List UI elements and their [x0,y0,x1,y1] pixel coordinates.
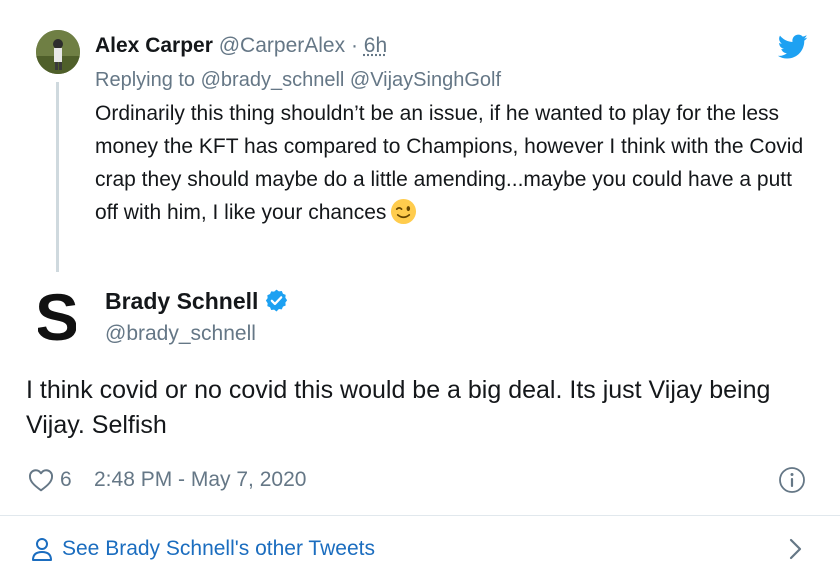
twitter-bird-icon[interactable] [777,34,808,60]
main-tweet-text: I think covid or no covid this would be … [26,376,771,439]
parent-avatar[interactable] [36,30,80,74]
see-more-label: See Brady Schnell's other Tweets [62,537,375,560]
parent-tweet-body: Ordinarily this thing shouldn’t be an is… [95,102,804,224]
main-author-handle[interactable]: @brady_schnell [105,320,256,348]
parent-author-handle[interactable]: @CarperAlex [219,34,345,57]
main-author-name[interactable]: Brady Schnell [105,288,258,314]
main-avatar[interactable]: S [35,280,79,354]
header-separator: · [350,34,358,57]
parent-tweet-header: Alex Carper @CarperAlex · 6h [95,32,387,60]
thread-connector [56,82,59,272]
see-more-tweets-link[interactable]: See Brady Schnell's other Tweets [30,532,375,566]
like-count[interactable]: 6 [60,466,72,494]
svg-text:S: S [38,286,76,346]
parent-author-name[interactable]: Alex Carper [95,34,213,57]
main-author-line: Brady Schnell [105,286,289,316]
info-icon[interactable] [778,466,806,494]
replying-prefix: Replying to [95,69,196,91]
person-icon [30,536,54,562]
verified-badge-icon [264,288,289,313]
footer-divider [0,515,840,516]
winking-face-icon [390,198,417,225]
replying-to-handles[interactable]: @brady_schnell @VijaySinghGolf [201,69,501,91]
parent-tweet-time[interactable]: 6h [364,34,387,57]
tweet-timestamp[interactable]: 2:48 PM - May 7, 2020 [94,466,306,494]
parent-tweet-text: Ordinarily this thing shouldn’t be an is… [95,97,815,229]
replying-to-line: Replying to @brady_schnell @VijaySinghGo… [95,66,501,94]
chevron-right-icon[interactable] [788,536,804,562]
heart-icon[interactable] [28,468,54,492]
